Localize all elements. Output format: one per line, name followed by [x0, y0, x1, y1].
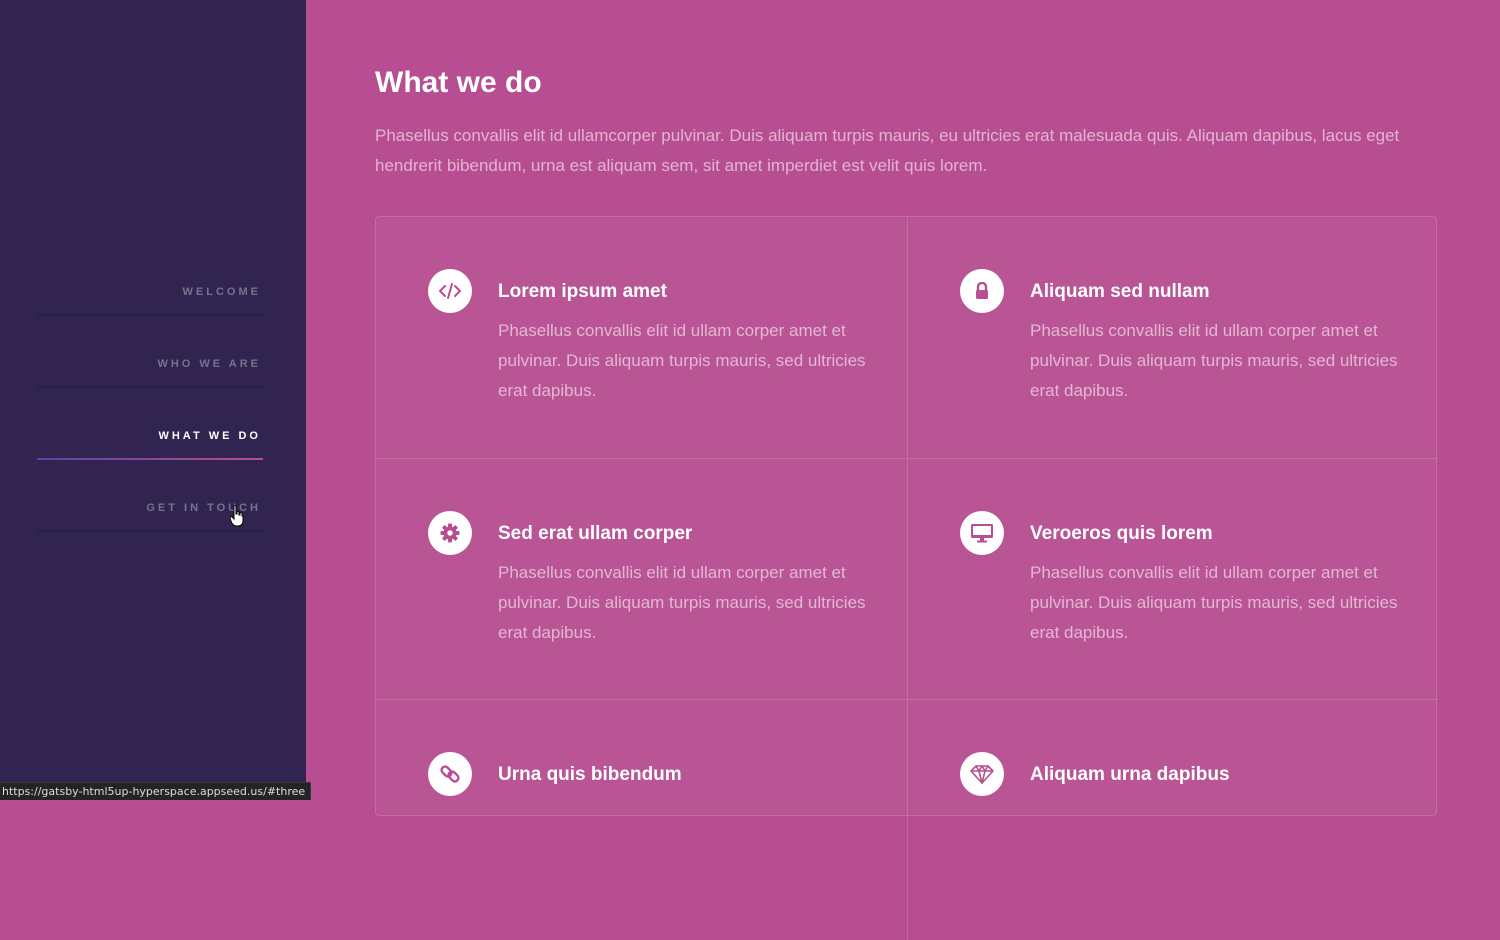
section-title: What we do — [375, 66, 542, 99]
diamond-icon — [960, 752, 1004, 796]
status-bar-url: https://gatsby-html5up-hyperspace.appsee… — [0, 782, 312, 800]
section-intro: Phasellus convallis elit id ullamcorper … — [375, 126, 1400, 175]
feature-title: Aliquam sed nullam — [1030, 281, 1210, 302]
feature-item: Veroeros quis lorem Phasellus convallis … — [907, 458, 1438, 699]
nav-link-who-we-are[interactable]: Who we are — [157, 358, 261, 370]
lock-icon — [960, 269, 1004, 313]
nav-underline — [37, 530, 263, 532]
nav-item-welcome: Welcome — [37, 272, 263, 344]
feature-title: Aliquam urna dapibus — [1030, 764, 1230, 785]
hand-cursor-icon — [230, 505, 244, 527]
nav-item-what-we-do: What we do — [37, 416, 263, 488]
feature-item: Aliquam sed nullam Phasellus convallis e… — [907, 217, 1438, 458]
feature-title: Lorem ipsum amet — [498, 281, 667, 302]
desktop-icon — [960, 511, 1004, 555]
feature-text: Phasellus convallis elit id ullam corper… — [1030, 321, 1398, 400]
main-content: What we do Phasellus convallis elit id u… — [306, 0, 1500, 940]
feature-item: Urna quis bibendum — [376, 699, 907, 940]
feature-text: Phasellus convallis elit id ullam corper… — [498, 321, 866, 400]
features-grid: Lorem ipsum amet Phasellus convallis eli… — [375, 216, 1438, 940]
feature-title: Sed erat ullam corper — [498, 523, 693, 544]
sidebar: Welcome Who we are What we do Get in tou… — [0, 0, 306, 800]
gear-icon — [428, 511, 472, 555]
nav-underline — [37, 314, 263, 316]
link-icon — [428, 752, 472, 796]
feature-text: Phasellus convallis elit id ullam corper… — [1030, 563, 1398, 642]
nav-link-welcome[interactable]: Welcome — [183, 286, 261, 298]
feature-item: Lorem ipsum amet Phasellus convallis eli… — [376, 217, 907, 458]
feature-item: Aliquam urna dapibus — [907, 699, 1438, 940]
code-icon — [428, 269, 472, 313]
feature-item: Sed erat ullam corper Phasellus convalli… — [376, 458, 907, 699]
nav-item-who-we-are: Who we are — [37, 344, 263, 416]
nav-underline-active — [37, 458, 263, 460]
feature-title: Urna quis bibendum — [498, 764, 682, 785]
feature-title: Veroeros quis lorem — [1030, 523, 1213, 544]
feature-text: Phasellus convallis elit id ullam corper… — [498, 563, 866, 642]
nav-link-what-we-do[interactable]: What we do — [158, 430, 261, 442]
nav-underline — [37, 386, 263, 388]
